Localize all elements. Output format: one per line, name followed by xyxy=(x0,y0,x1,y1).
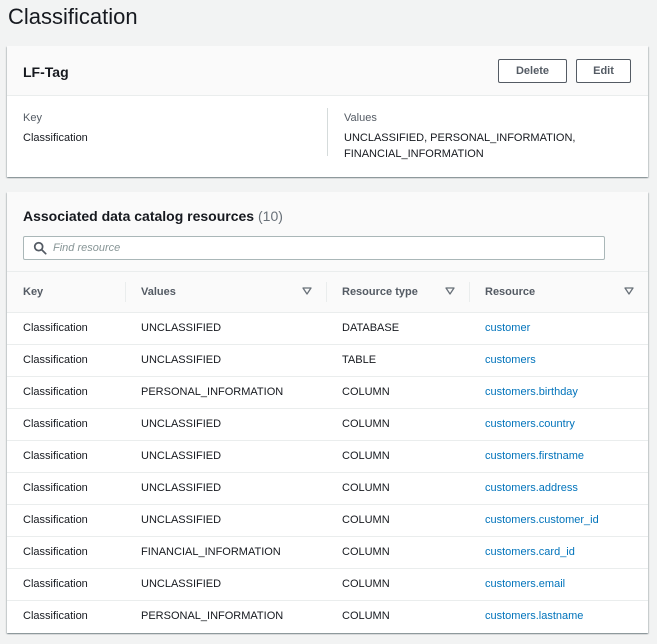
cell-key: Classification xyxy=(23,482,88,494)
cell-resource-link[interactable]: customers.lastname xyxy=(469,600,648,632)
cell-key: Classification xyxy=(23,418,88,430)
cell-resource-type: COLUMN xyxy=(342,386,390,398)
cell-values: UNCLASSIFIED xyxy=(141,578,222,590)
cell-key: Classification xyxy=(23,386,88,398)
table-row: Classification PERSONAL_INFORMATION COLUMN… xyxy=(7,376,648,408)
cell-resource-link[interactable]: customer xyxy=(469,312,648,344)
values-value: UNCLASSIFIED, PERSONAL_INFORMATION, FINA… xyxy=(344,130,584,162)
cell-resource-type: COLUMN xyxy=(342,514,390,526)
table-body: Classification UNCLASSIFIED DATABASE custom… xyxy=(7,312,648,632)
column-header-resource[interactable]: Resource xyxy=(469,272,648,312)
cell-resource-type: COLUMN xyxy=(342,418,390,430)
cell-resource-link[interactable]: customers.country xyxy=(469,408,648,440)
cell-resource-link[interactable]: customers.birthday xyxy=(469,376,648,408)
column-header-values[interactable]: Values xyxy=(125,272,326,312)
values-line-2: FINANCIAL_INFORMATION xyxy=(344,148,484,160)
column-header-resource-type[interactable]: Resource type xyxy=(326,272,469,312)
cell-resource-link[interactable]: customers.card_id xyxy=(469,536,648,568)
cell-resource-type: COLUMN xyxy=(342,546,390,558)
cell-key: Classification xyxy=(23,354,88,366)
cell-resource-type: COLUMN xyxy=(342,578,390,590)
resources-header: Associated data catalog resources (10) xyxy=(7,192,648,272)
resources-title-text: Associated data catalog resources xyxy=(23,208,255,224)
cell-resource-type: COLUMN xyxy=(342,610,390,623)
cell-values: UNCLASSIFIED xyxy=(141,482,222,494)
cell-resource-link[interactable]: customers.customer_id xyxy=(469,504,648,536)
delete-button[interactable]: Delete xyxy=(498,59,567,83)
cell-resource-type: COLUMN xyxy=(342,482,390,494)
lf-tag-panel: LF-Tag Delete Edit Key Classification Va… xyxy=(7,46,648,177)
table-row: Classification UNCLASSIFIED TABLE customers xyxy=(7,344,648,376)
sort-caret-icon[interactable] xyxy=(445,286,455,296)
table-row: Classification UNCLASSIFIED COLUMN customer… xyxy=(7,568,648,600)
cell-resource-type: DATABASE xyxy=(342,322,400,334)
cell-key: Classification xyxy=(23,578,88,590)
cell-values: UNCLASSIFIED xyxy=(141,418,222,430)
cell-resource-type: COLUMN xyxy=(342,450,390,462)
table-row: Classification UNCLASSIFIED COLUMN customer… xyxy=(7,504,648,536)
page-title: Classification xyxy=(8,4,138,29)
cell-key: Classification xyxy=(23,610,88,623)
cell-key: Classification xyxy=(23,546,88,558)
table-row: Classification UNCLASSIFIED COLUMN customer… xyxy=(7,440,648,472)
sort-caret-icon[interactable] xyxy=(302,286,312,296)
column-header-key: Key xyxy=(23,285,44,298)
cell-values: UNCLASSIFIED xyxy=(141,450,222,462)
resources-count: (10) xyxy=(258,208,283,224)
resources-panel: Associated data catalog resources (10) K… xyxy=(7,192,648,633)
lf-tag-title: LF-Tag xyxy=(23,64,69,80)
cell-resource-link[interactable]: customers.firstname xyxy=(469,440,648,472)
search-icon xyxy=(33,241,47,255)
key-label: Key xyxy=(23,112,42,124)
cell-resource-link[interactable]: customers xyxy=(469,344,648,376)
cell-key: Classification xyxy=(23,514,88,526)
search-box[interactable] xyxy=(23,236,605,260)
cell-resource-link[interactable]: customers.email xyxy=(469,568,648,600)
table-row: Classification UNCLASSIFIED COLUMN customer… xyxy=(7,408,648,440)
key-value: Classification xyxy=(23,132,88,144)
column-divider xyxy=(327,108,328,156)
table-row: Classification UNCLASSIFIED COLUMN customer… xyxy=(7,472,648,504)
values-line-1: UNCLASSIFIED, PERSONAL_INFORMATION, xyxy=(344,132,576,144)
cell-values: UNCLASSIFIED xyxy=(141,514,222,526)
table-header-row: Key Values Resource type Resource xyxy=(7,272,648,312)
cell-resource-link[interactable]: customers.address xyxy=(469,472,648,504)
search-input[interactable] xyxy=(53,242,573,254)
cell-values: PERSONAL_INFORMATION xyxy=(141,386,284,398)
cell-resource-type: TABLE xyxy=(342,354,377,366)
resources-table: Key Values Resource type Resource Classi… xyxy=(7,272,648,632)
cell-key: Classification xyxy=(23,322,88,334)
values-label: Values xyxy=(344,112,377,124)
key-field: Key Classification xyxy=(23,110,88,146)
edit-button[interactable]: Edit xyxy=(576,59,631,83)
cell-values: PERSONAL_INFORMATION xyxy=(141,610,284,623)
table-row: Classification PERSONAL_INFORMATION COLUMN… xyxy=(7,600,648,632)
sort-caret-icon[interactable] xyxy=(624,286,634,296)
lf-tag-header: LF-Tag Delete Edit xyxy=(7,46,648,96)
cell-values: FINANCIAL_INFORMATION xyxy=(141,546,281,558)
table-row: Classification FINANCIAL_INFORMATION COLUM… xyxy=(7,536,648,568)
resources-title: Associated data catalog resources (10) xyxy=(23,208,283,224)
cell-values: UNCLASSIFIED xyxy=(141,354,222,366)
cell-values: UNCLASSIFIED xyxy=(141,322,222,334)
cell-key: Classification xyxy=(23,450,88,462)
values-field: Values UNCLASSIFIED, PERSONAL_INFORMATIO… xyxy=(344,110,584,162)
table-row: Classification UNCLASSIFIED DATABASE custom… xyxy=(7,312,648,344)
